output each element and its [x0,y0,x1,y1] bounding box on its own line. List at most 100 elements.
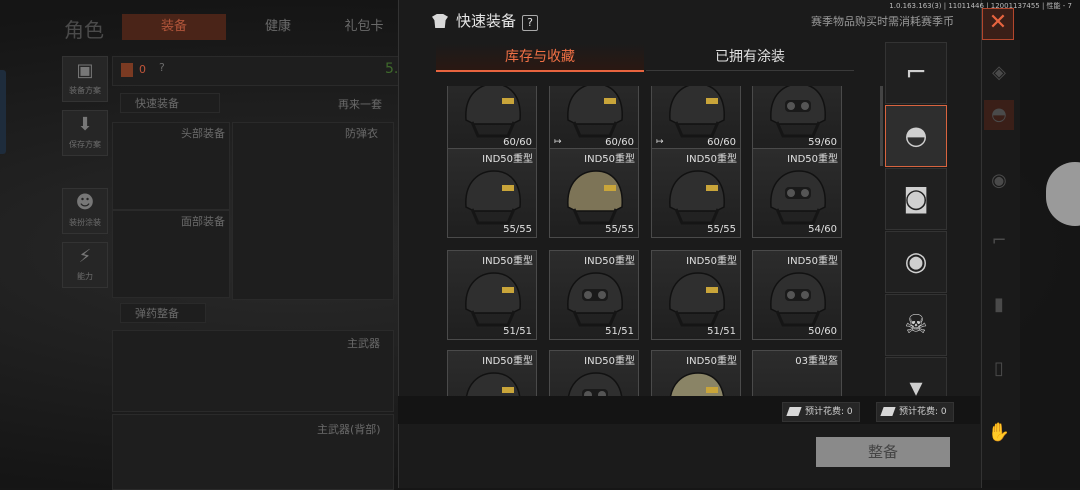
helmet-icon [568,372,623,396]
item-name: IND50重型 [686,256,737,267]
ability-button[interactable]: ⚡ 能力 [62,242,108,288]
tab-equipment[interactable]: 装备 [122,14,226,40]
coin-icon [880,407,896,416]
item-name: IND50重型 [787,256,838,267]
category-rifle[interactable]: ⌐ [885,42,947,104]
page-title: 角色 [64,18,104,42]
cost-label-2: 预计花费: 0 [876,402,954,422]
money-icon [121,63,133,77]
grid-scrollbar[interactable] [880,86,883,166]
nvg-strip-icon[interactable]: ◉ [984,166,1014,196]
tab-owned-skins[interactable]: 已拥有涂装 [646,44,854,71]
helmet-icon [670,372,725,396]
close-button[interactable]: ✕ [982,8,1014,40]
item-durability: 55/55 [605,224,634,235]
item-card[interactable]: IND50重型 55/55 [549,148,639,238]
item-durability: 51/51 [707,326,736,337]
item-card[interactable]: IND50重型 51/51 [447,250,537,340]
mag-strip-icon[interactable]: ▮ [984,290,1014,320]
modal-title-text: 快速装备 [456,12,517,30]
tab-health[interactable]: 健康 [230,14,326,40]
skin-button[interactable]: ☻ 装扮涂装 [62,188,108,234]
helmet-icon: ◓ [904,121,928,151]
cost-text: 预计花费: 0 [805,407,853,417]
item-name: IND50重型 [482,256,533,267]
helmet-icon [465,272,521,327]
head-slot[interactable]: 头部装备 [112,122,230,210]
gun-strip-icon[interactable]: ⌐ [984,226,1014,256]
repeat-set-button[interactable]: 再来一套 [338,96,382,112]
money-bar: 0 ? 5. [112,56,400,86]
helmet-icon [466,372,521,396]
soldier-icon: ☻ [75,192,95,213]
back-weapon-slot[interactable]: 主武器(背部) [112,414,394,490]
glove-strip-icon[interactable]: ✋ [984,418,1014,448]
night-vision-icon: ◉ [904,247,928,277]
left-edge-tab[interactable] [0,70,6,154]
shirt-icon [432,14,448,28]
vest-slot[interactable]: 防弹衣 [232,122,394,300]
stack-icon[interactable]: ◈ [984,58,1014,88]
item-card[interactable]: IND50重型 55/55 [447,148,537,238]
item-card[interactable]: 60/60 [447,86,537,151]
category-night-vision[interactable]: ◉ [885,231,947,293]
item-durability: 51/51 [503,326,532,337]
item-name: IND50重型 [482,154,533,165]
save-plan-button[interactable]: ⬇ 保存方案 [62,110,108,156]
item-name: IND50重型 [584,356,635,367]
tab-gift[interactable]: 礼包卡 [330,14,398,40]
helmet-icon [567,272,623,327]
cost-label-1: 预计花费: 0 [782,402,860,422]
season-note: 赛季物品购买时需消耗赛季币 [811,15,954,28]
helmet-icon [669,86,725,138]
item-durability: 59/60 [808,137,837,148]
helmet-icon [567,170,623,225]
tab-inventory[interactable]: 库存与收藏 [436,44,644,72]
slot-label: 防弹衣 [345,127,378,140]
side-label: 保存方案 [69,140,101,149]
equip-button[interactable]: 整备 [816,437,950,467]
rifle-icon: ⌐ [905,58,927,88]
helmet-strip-icon[interactable]: ◓ [984,100,1014,130]
ammo-button[interactable]: 弹药整备 [120,303,206,323]
category-vest[interactable]: ▾ [885,357,947,396]
item-card[interactable]: 03重型盔 [752,350,842,396]
slot-label: 面部装备 [181,215,225,228]
item-durability: 60/60 [707,137,736,148]
item-card[interactable]: IND50重型 51/51 [651,250,741,340]
helmet-icon [763,365,833,396]
item-name: IND50重型 [584,256,635,267]
item-card[interactable]: IND50重型 51/51 [549,250,639,340]
money-help-icon[interactable]: ? [159,61,165,74]
item-card[interactable]: IND50重型 [447,350,537,396]
item-card[interactable]: IND50重型 50/60 [752,250,842,340]
item-name: 03重型盔 [795,356,838,367]
category-gas-mask[interactable]: ☠ [885,294,947,356]
helmet-icon [770,272,826,327]
category-helmet[interactable]: ◓ [885,105,947,167]
item-card[interactable]: IND50重型 [549,350,639,396]
helmet-icon [669,170,725,225]
item-card[interactable]: ↦ 60/60 [549,86,639,151]
item-name: IND50重型 [686,154,737,165]
primary-weapon-slot[interactable]: 主武器 [112,330,394,412]
item-card[interactable]: ↦ 60/60 [651,86,741,151]
quick-equip-bg-button[interactable]: 快速装备 [120,93,220,113]
item-card[interactable]: IND50重型 54/60 [752,148,842,238]
face-slot[interactable]: 面部装备 [112,210,230,298]
slot-label: 主武器 [347,337,380,350]
ammo-strip-icon[interactable]: ▯ [984,354,1014,384]
cost-text: 预计花费: 0 [899,407,947,417]
item-name: IND50重型 [787,154,838,165]
item-name: IND50重型 [584,154,635,165]
item-card[interactable]: 59/60 [752,86,842,151]
help-icon[interactable]: ? [522,15,539,31]
money-value: 0 [139,63,146,76]
item-durability: 54/60 [808,224,837,235]
equipment-plan-button[interactable]: ▣ 装备方案 [62,56,108,102]
category-mask[interactable]: ◙ [885,168,947,230]
item-grid: 60/60 ↦ 60/60 ↦ 60/60 59/60 IND50重型 55/55 IND50重… [436,86,876,396]
item-card[interactable]: IND50重型 55/55 [651,148,741,238]
mask-icon: ◙ [903,184,929,214]
item-card[interactable]: IND50重型 [651,350,741,396]
